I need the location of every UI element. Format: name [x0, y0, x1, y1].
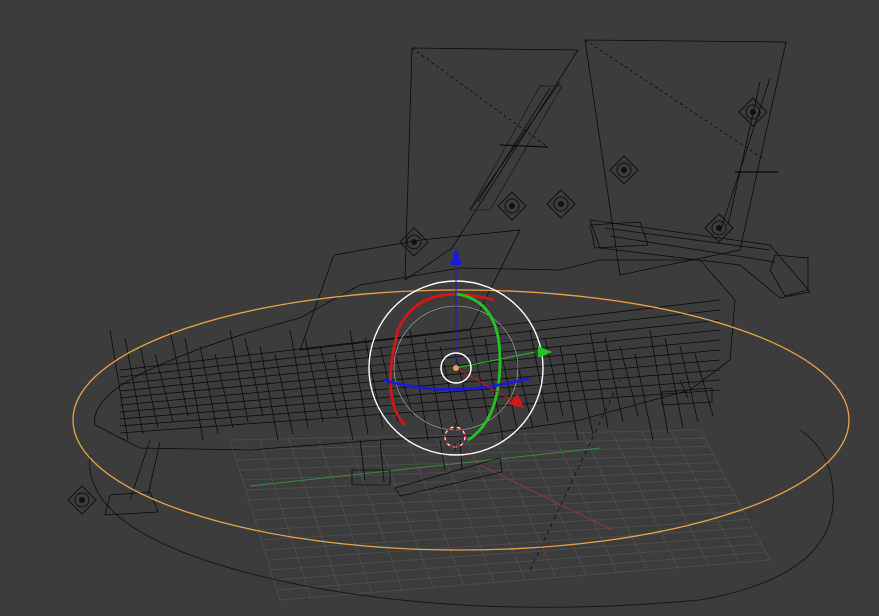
spaceship-mesh[interactable]: [94, 39, 811, 516]
z-axis-arrow-icon[interactable]: [450, 248, 462, 265]
wire-edge: [289, 329, 309, 429]
floor-grid: [229, 429, 771, 601]
grid-line: [582, 432, 648, 571]
wire-edge: [169, 329, 189, 417]
speaker-icon[interactable]: [609, 155, 639, 185]
grid-line: [264, 518, 749, 551]
speaker-icon[interactable]: [546, 189, 576, 219]
wire-edge: [424, 337, 444, 435]
wire-edge: [409, 329, 429, 441]
wire-edge: [124, 337, 144, 435]
wire-edge: [119, 329, 721, 392]
wire-edge: [139, 345, 159, 429]
3d-viewport[interactable]: [0, 0, 879, 616]
right-tail-fin[interactable]: [584, 39, 787, 276]
grid-line: [699, 429, 771, 561]
wire-edge: [334, 353, 354, 441]
wire-edge: [679, 345, 699, 423]
speaker-icon[interactable]: [67, 485, 97, 515]
grid-line: [276, 551, 766, 591]
wire-edge: [119, 319, 721, 385]
wire-edge: [184, 337, 204, 441]
wire-edge: [544, 337, 564, 417]
wire-edge: [349, 329, 369, 435]
speaker-icon[interactable]: [399, 227, 429, 257]
grid-line: [640, 431, 710, 566]
wire-edge: [574, 353, 594, 435]
pivot-point-icon: [453, 365, 459, 371]
grid-axis-x: [249, 447, 601, 487]
wire-edge: [559, 345, 579, 441]
wire-edge: [119, 299, 721, 371]
wire-edge: [109, 329, 129, 441]
grid-line: [270, 535, 757, 571]
fuselage[interactable]: [94, 259, 736, 451]
grid-line: [670, 430, 740, 563]
left-tail-fin[interactable]: [404, 47, 579, 281]
wire-edge: [499, 345, 519, 435]
gizmo-z-ring[interactable]: [383, 376, 531, 391]
wire-edge: [694, 353, 714, 417]
wire-edge: [229, 329, 249, 423]
speaker-icon[interactable]: [497, 191, 527, 221]
viewport-canvas[interactable]: [0, 0, 879, 616]
right-wing[interactable]: [589, 219, 811, 299]
speaker-icon[interactable]: [738, 97, 768, 127]
wire-edge: [119, 309, 721, 378]
grid-line: [611, 431, 679, 568]
fuselage-wireframe: [109, 299, 721, 441]
